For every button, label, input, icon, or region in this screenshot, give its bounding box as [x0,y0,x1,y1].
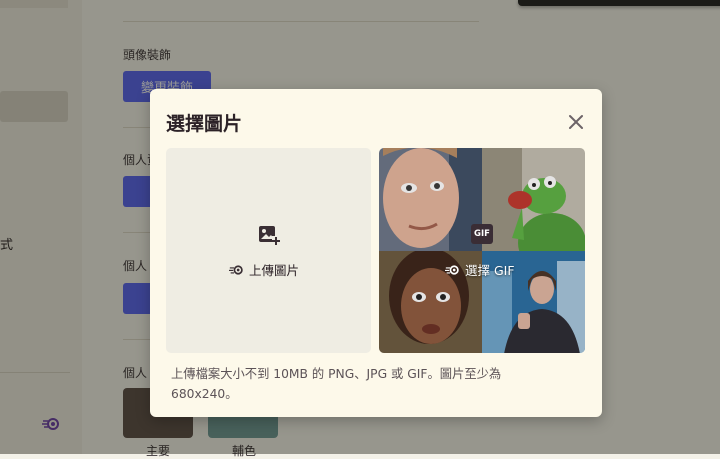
gif-badge: GIF [471,224,493,244]
close-icon[interactable] [565,111,587,133]
choose-gif-text: 選擇 GIF [465,263,515,278]
upload-requirements-text: 上傳檔案大小不到 10MB 的 PNG、JPG 或 GIF。圖片至少為 680x… [171,367,502,401]
image-add-icon [259,226,280,245]
choose-gif-label: 選擇 GIF [445,260,515,279]
choose-gif-tile[interactable]: GIF 選擇 GIF [379,148,585,353]
upload-image-text: 上傳圖片 [249,263,300,278]
upload-image-tile[interactable]: 上傳圖片 [166,148,371,353]
nitro-icon [445,264,459,275]
modal-title: 選擇圖片 [166,113,243,135]
select-image-modal: 選擇圖片 上傳圖片 GIF 選擇 GIF 上傳檔案大小不到 10MB 的 PNG… [150,89,602,417]
nitro-icon [229,264,243,275]
upload-image-label: 上傳圖片 [229,260,299,279]
gif-tile-dim [379,148,585,353]
